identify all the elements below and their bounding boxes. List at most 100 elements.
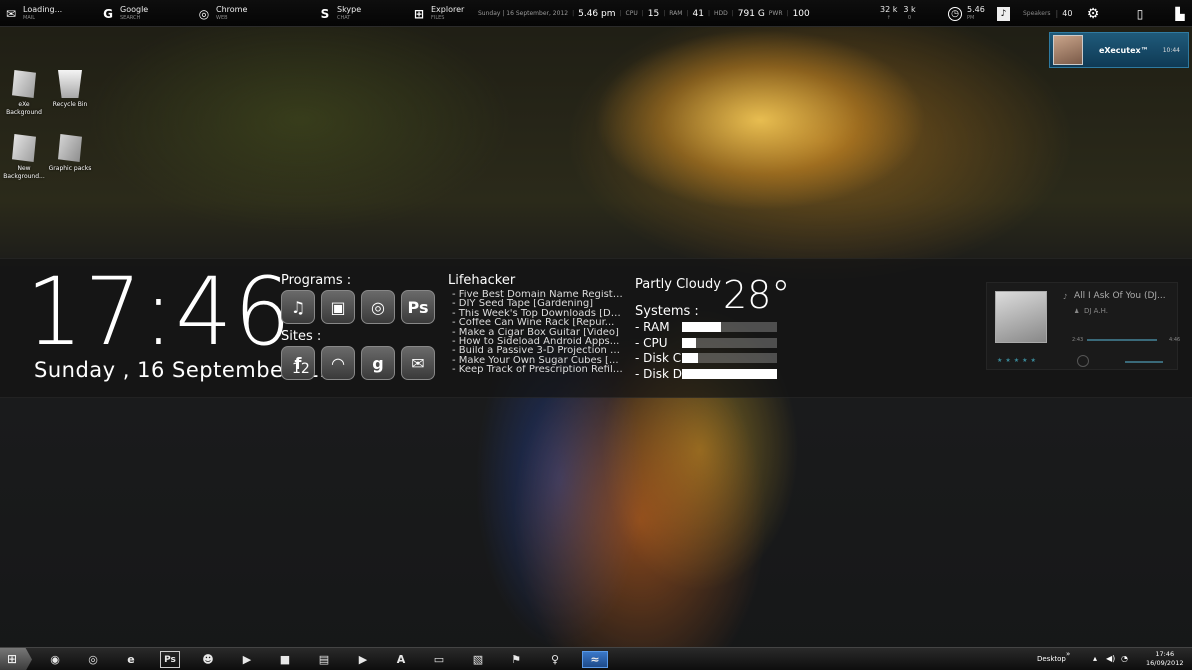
windows-icon: ⊞ (7, 652, 18, 666)
desktop-icon-recycle-bin[interactable]: Recycle Bin (46, 70, 94, 109)
battery-button[interactable]: ▯ (1133, 0, 1152, 27)
site-link-2[interactable]: ◠ (321, 346, 355, 380)
net-down-sub: 0 (907, 14, 912, 21)
time-text: 5.46 pm (578, 8, 616, 19)
speakers-control[interactable]: ♪ Speakers | 40 (997, 0, 1072, 27)
desktop-icon-graphic-packs[interactable]: Graphic packs (46, 134, 94, 173)
speakers-label: Speakers (1023, 10, 1051, 17)
arrow-up-icon[interactable]: ▴ (1093, 654, 1097, 663)
taskbar-app-10[interactable]: A (391, 651, 411, 668)
feed-item[interactable]: - Five Best Domain Name Registr... (452, 290, 624, 299)
play-pause-button[interactable] (1077, 355, 1089, 367)
desktop-icon-new-background[interactable]: New Background... (0, 134, 48, 181)
speakers-value: 40 (1062, 9, 1073, 18)
skype-launcher[interactable]: S Skype CHAT (318, 0, 362, 27)
mail-link[interactable]: ✉ (401, 346, 435, 380)
taskbar-media[interactable]: ▶ (237, 651, 257, 668)
feed-item[interactable]: - This Week's Top Downloads [Do... (452, 309, 624, 318)
files-icon: ▣ (330, 297, 346, 317)
battery-icon: ▯ (1136, 6, 1144, 21)
folder-icon (58, 134, 82, 162)
feed-item[interactable]: - How to Sideload Android Apps... (452, 337, 624, 346)
usage-bar (682, 353, 777, 363)
chevron-right-icon[interactable]: » (1066, 650, 1070, 658)
clock-icon: ◷ (948, 6, 962, 21)
taskbar-app-7[interactable]: ■ (275, 651, 295, 668)
system-row-label: - Disk C (635, 351, 682, 365)
google-sublabel: SEARCH (120, 14, 141, 21)
skype-sublabel: CHAT (337, 14, 351, 21)
google-icon: G (103, 6, 113, 21)
feed-item[interactable]: - Build a Passive 3-D Projection S... (452, 346, 624, 355)
rating-stars[interactable]: ★★★★★ (997, 357, 1039, 364)
clock-widget[interactable]: ◷ 5.46 PM (948, 0, 985, 27)
user-notification[interactable]: eXecutex™ 10:44 (1049, 32, 1189, 68)
mail-icon: ✉ (411, 353, 425, 373)
network-meter: 32 k ↑ 3 k 0 (880, 0, 916, 27)
net-down: 3 k (903, 4, 916, 14)
system-row-label: - Disk D (635, 367, 682, 381)
taskbar-explorer[interactable]: ▤ (314, 651, 334, 668)
seek-bar[interactable] (1087, 339, 1157, 341)
taskbar-chrome[interactable]: ◎ (83, 651, 103, 668)
avatar (1053, 35, 1083, 65)
taskbar-app-14[interactable]: ♀ (545, 651, 565, 668)
date-text: Sunday | 16 September, 2012 (478, 10, 569, 17)
usage-bar-fill (682, 338, 697, 348)
skype-label: Skype (337, 4, 362, 14)
browser-launcher[interactable]: ◎ (361, 290, 395, 324)
wifi-icon[interactable]: ◔ (1121, 654, 1128, 663)
files-button[interactable]: ▙ (1173, 0, 1192, 27)
volume-icon[interactable]: ◀) (1106, 654, 1115, 663)
explorer-label: Explorer (431, 4, 465, 14)
settings-button[interactable]: ⚙ (1086, 0, 1105, 27)
usage-bar-fill (682, 353, 699, 363)
start-button[interactable]: ⊞ (0, 648, 32, 670)
chart-icon: ≈ (590, 653, 600, 666)
taskbar-clock[interactable]: 17:46 16/09/2012 (1146, 650, 1183, 668)
mail-launcher[interactable]: ✉ Loading... MAIL (4, 0, 62, 27)
programs-label: Programs : (281, 273, 352, 288)
taskbar-active-app[interactable]: ≈ (582, 651, 608, 668)
taskbar-ie[interactable]: e (121, 651, 141, 668)
google-launcher[interactable]: G Google SEARCH (101, 0, 148, 27)
feed-item[interactable]: - Make a Cigar Box Guitar [Video] (452, 328, 624, 337)
files-launcher[interactable]: ▣ (321, 290, 355, 324)
taskbar-photoshop[interactable]: Ps (160, 651, 180, 668)
photoshop-icon: Ps (164, 654, 176, 665)
taskbar-firefox[interactable]: ◉ (45, 651, 65, 668)
photoshop-launcher[interactable]: Ps (401, 290, 435, 324)
taskbar-app-13[interactable]: ⚑ (506, 651, 526, 668)
taskbar-display[interactable]: ▭ (429, 651, 449, 668)
feed-item[interactable]: - Make Your Own Sugar Cubes [... (452, 356, 624, 365)
people-icon: ☻ (202, 653, 214, 666)
desktop-icon-exe-background[interactable]: eXe Background (0, 70, 48, 117)
skype-icon: S (320, 6, 330, 21)
itunes-launcher[interactable]: ♫ (281, 290, 315, 324)
chrome-launcher[interactable]: ◎ Chrome WEB (197, 0, 248, 27)
notification-time: 10:44 (1162, 46, 1180, 54)
system-row-disk-c: - Disk C (635, 351, 780, 365)
desktop-icon-label: Graphic packs (48, 165, 92, 172)
cpu-label: CPU (625, 10, 638, 17)
taskbar-app-12[interactable]: ▧ (468, 651, 488, 668)
facebook-link[interactable]: f 12 (281, 346, 315, 380)
taskbar-video[interactable]: ▶ (353, 651, 373, 668)
system-row-label: - RAM (635, 320, 670, 334)
cpu-value: 15 (647, 8, 660, 19)
explorer-launcher[interactable]: ⊞ Explorer FILES (412, 0, 464, 27)
track-title: All I Ask Of You (DJ... (1074, 291, 1166, 301)
desktop-toolbar-label[interactable]: Desktop (1037, 655, 1066, 663)
clock-sub: PM (967, 14, 975, 21)
top-bar: ✉ Loading... MAIL G Google SEARCH ◎ Chro… (0, 0, 1192, 27)
mail-icon: ✉ (5, 6, 17, 21)
folder-icon: ▤ (318, 653, 330, 666)
system-stats: Sunday | 16 September, 2012 | 5.46 pm | … (478, 8, 810, 19)
volume-slider[interactable] (1125, 361, 1163, 363)
taskbar-contacts[interactable]: ☻ (198, 651, 218, 668)
feed-item[interactable]: - Keep Track of Prescription Refill... (452, 365, 624, 374)
feed-item[interactable]: - DIY Seed Tape [Gardening] (452, 299, 624, 308)
weather-condition: Partly Cloudy (635, 277, 721, 292)
feed-item[interactable]: - Coffee Can Wine Rack [Repur... (452, 318, 624, 327)
google-link[interactable]: g (361, 346, 395, 380)
